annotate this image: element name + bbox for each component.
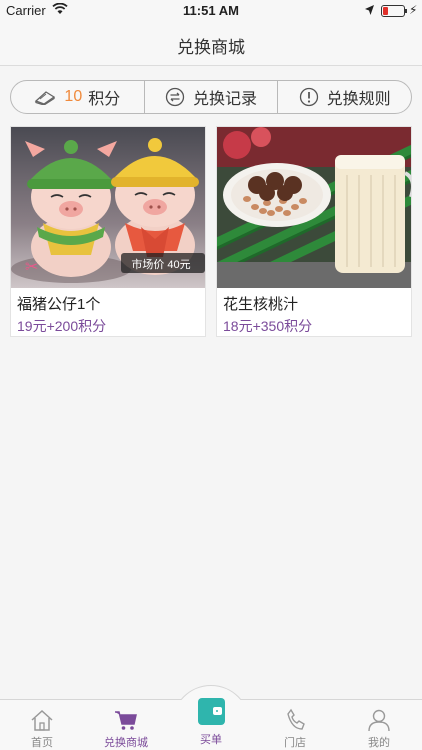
status-bar: Carrier 11:51 AM ⚡ — [0, 0, 422, 22]
coins-icon — [34, 89, 56, 105]
tab-home[interactable]: 首页 — [0, 700, 84, 750]
home-icon — [31, 709, 53, 731]
product-price: 19元+200积分 — [17, 318, 107, 334]
tab-pay[interactable]: 买单 — [172, 690, 250, 750]
tab-store[interactable]: 门店 — [253, 700, 337, 750]
exchange-arrows-icon — [165, 87, 185, 107]
charging-icon: ⚡ — [409, 3, 418, 17]
page-title: 兑换商城 — [177, 38, 245, 57]
exchange-history-segment[interactable]: 兑换记录 — [145, 81, 279, 113]
product-card[interactable]: 花生核桃汁 18元+350积分 — [216, 126, 412, 337]
product-card[interactable]: 市场价 40元 ✂ 福猪公仔1个 19元+200积分 — [10, 126, 206, 337]
exchange-rules-segment[interactable]: 兑换规则 — [278, 81, 411, 113]
product-image-peanut-walnut-juice — [217, 127, 411, 288]
tab-store-label: 门店 — [284, 737, 306, 749]
location-arrow-icon — [365, 5, 374, 15]
product-name: 花生核桃汁 — [223, 296, 299, 313]
user-icon — [368, 709, 390, 732]
exchange-rules-label: 兑换规则 — [326, 91, 391, 108]
tab-home-label: 首页 — [31, 737, 53, 749]
info-exclamation-icon — [299, 87, 319, 107]
product-price: 18元+350积分 — [223, 318, 313, 334]
exchange-history-label: 兑换记录 — [193, 91, 258, 108]
points-segment[interactable]: 10 积分 — [11, 81, 145, 113]
shopping-cart-icon — [115, 711, 137, 730]
battery-tip — [405, 9, 407, 13]
tab-exchange-mall-label: 兑换商城 — [104, 737, 148, 749]
product-image-pig-plush: 市场价 40元 ✂ — [11, 127, 205, 288]
wallet-icon — [198, 698, 225, 725]
market-price-watermark: 市场价 40元 — [131, 257, 190, 271]
clock: 11:51 AM — [183, 3, 239, 18]
svg-text:✂: ✂ — [25, 257, 38, 276]
points-value: 10 — [64, 88, 83, 105]
tab-exchange-mall[interactable]: 兑换商城 — [84, 700, 168, 750]
navigation-bar: 兑换商城 — [0, 22, 422, 66]
tab-pay-label: 买单 — [200, 734, 222, 746]
segmented-control: 10 积分 兑换记录 兑换规则 — [10, 80, 412, 114]
tab-profile[interactable]: 我的 — [337, 700, 421, 750]
tab-profile-label: 我的 — [368, 737, 390, 749]
phone-icon — [287, 708, 305, 730]
product-name: 福猪公仔1个 — [17, 296, 101, 313]
battery-icon — [381, 5, 405, 17]
points-label: 积分 — [88, 91, 121, 108]
